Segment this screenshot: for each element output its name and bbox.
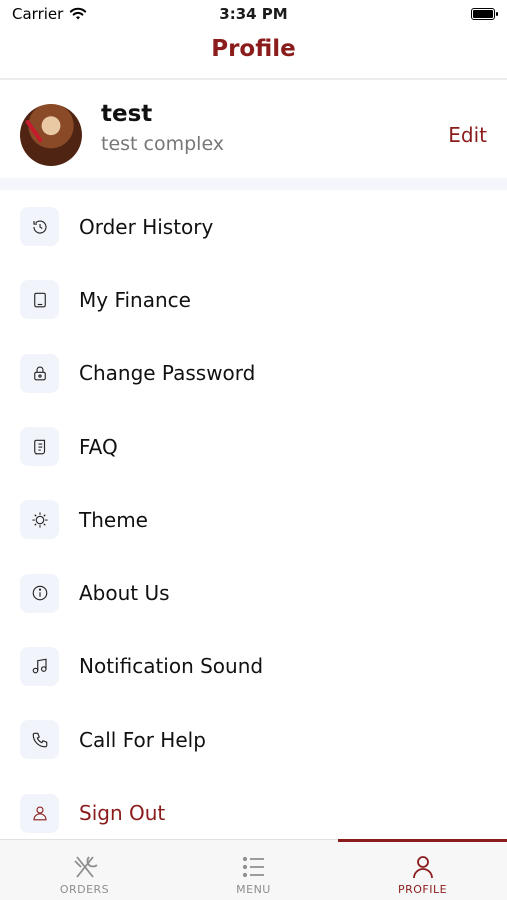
tab-label: ORDERS xyxy=(59,883,110,896)
menu-item-my-finance[interactable]: My Finance xyxy=(0,263,507,336)
lock-icon xyxy=(20,353,59,393)
status-time: 3:34 PM xyxy=(219,5,288,23)
scroll-icon xyxy=(20,427,59,467)
menu-item-faq[interactable]: FAQ xyxy=(0,410,507,483)
tab-orders[interactable]: ORDERS xyxy=(0,840,169,900)
menu-item-label: Notification Sound xyxy=(79,654,264,679)
info-icon xyxy=(20,573,59,613)
profile-subtitle: test complex xyxy=(101,133,225,155)
music-note-icon xyxy=(20,646,59,686)
menu-item-theme[interactable]: Theme xyxy=(0,483,507,556)
menu-item-label: Change Password xyxy=(79,361,256,386)
profile-menu: Order History My Finance Change Password… xyxy=(0,190,507,850)
menu-item-notification-sound[interactable]: Notification Sound xyxy=(0,630,507,703)
sun-icon xyxy=(20,500,59,540)
menu-item-label: Order History xyxy=(79,214,214,239)
menu-item-label: My Finance xyxy=(79,287,191,312)
fork-knife-icon xyxy=(73,856,98,878)
menu-item-label: Sign Out xyxy=(79,801,166,826)
menu-item-change-password[interactable]: Change Password xyxy=(0,337,507,410)
menu-item-call-for-help[interactable]: Call For Help xyxy=(0,703,507,776)
avatar xyxy=(20,104,82,166)
menu-item-label: Call For Help xyxy=(79,727,206,752)
phone-icon xyxy=(20,720,59,760)
tab-menu[interactable]: MENU xyxy=(169,840,338,900)
menu-item-about-us[interactable]: About Us xyxy=(0,556,507,629)
history-icon xyxy=(20,207,59,247)
edit-profile-button[interactable]: Edit xyxy=(448,123,487,147)
profile-card xyxy=(0,80,507,178)
menu-item-order-history[interactable]: Order History xyxy=(0,190,507,263)
menu-item-label: FAQ xyxy=(79,434,118,459)
user-icon xyxy=(412,856,433,879)
tab-profile[interactable]: PROFILE xyxy=(338,839,507,900)
tablet-icon xyxy=(20,280,59,320)
menu-item-label: About Us xyxy=(79,581,170,606)
bottom-tab-bar: ORDERS MENU PROFILE xyxy=(0,839,507,900)
section-separator xyxy=(0,178,507,190)
list-icon xyxy=(242,856,264,878)
page-title: Profile xyxy=(211,36,296,62)
menu-item-label: Theme xyxy=(79,507,148,532)
tab-label: MENU xyxy=(236,883,271,896)
profile-name: test xyxy=(101,101,153,127)
tab-label: PROFILE xyxy=(397,883,448,896)
user-icon xyxy=(20,793,59,833)
